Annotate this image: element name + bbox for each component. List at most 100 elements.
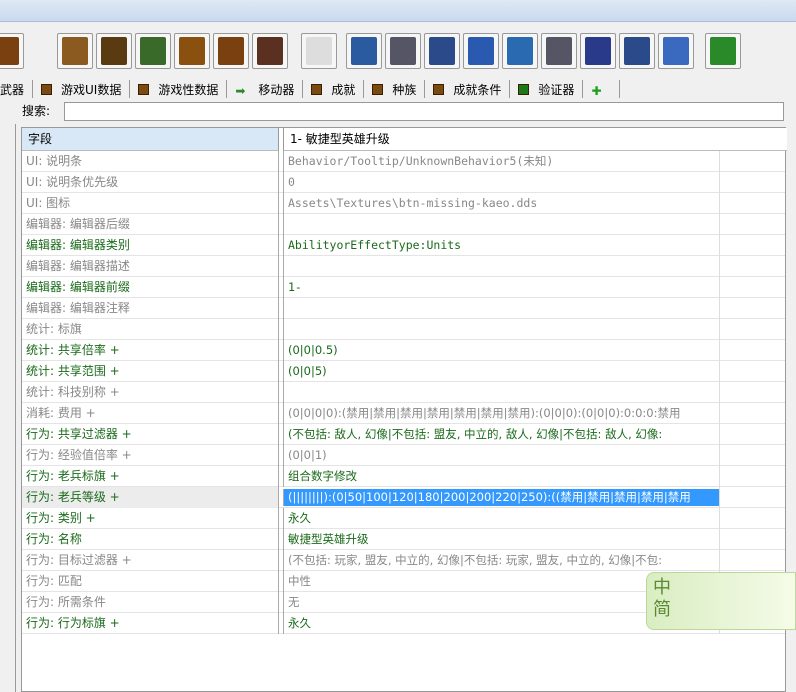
tab-6[interactable]: 成就条件 — [425, 80, 511, 98]
extra-cell — [719, 403, 785, 424]
mountain-button[interactable] — [346, 33, 382, 69]
table-row[interactable]: 行为: 目标过滤器 + (不包括: 玩家, 盟友, 中立的, 幻像|不包括: 玩家… — [22, 550, 785, 571]
film-button[interactable] — [619, 33, 655, 69]
extra-cell — [719, 529, 785, 550]
search-label: 搜索: — [22, 104, 51, 118]
table-row[interactable]: 统计: 共享倍率 + (0|0|0.5) — [22, 340, 785, 361]
table-row[interactable]: 编辑器: 编辑器注释 — [22, 298, 785, 319]
table-xml-button[interactable] — [96, 33, 132, 69]
field-value[interactable]: (不包括: 敌人, 幻像|不包括: 盟友, 中立的, 敌人, 幻像|不包括: 敌… — [283, 424, 719, 445]
table-up-button[interactable] — [174, 33, 210, 69]
field-value[interactable]: 敏捷型英雄升级 — [283, 529, 719, 550]
table-row[interactable]: 行为: 名称 敏捷型英雄升级 — [22, 529, 785, 550]
field-name: 统计: 标旗 — [22, 319, 279, 340]
title-bar — [0, 0, 796, 22]
table-row[interactable]: 统计: 共享范围 + (0|0|5) — [22, 361, 785, 382]
table-button[interactable] — [57, 33, 93, 69]
tab-5[interactable]: 种族 — [364, 80, 426, 98]
tab-7[interactable]: 验证器 — [510, 80, 584, 98]
field-value[interactable]: Assets\Textures\btn-missing-kaeo.dds — [283, 193, 719, 214]
table-row[interactable]: 行为: 类别 + 永久 — [22, 508, 785, 529]
field-value[interactable] — [283, 382, 719, 403]
field-value[interactable]: Behavior/Tooltip/UnknownBehavior5(未知) — [283, 151, 719, 172]
tab-0[interactable]: 武器 — [0, 80, 34, 98]
xml-button[interactable] — [0, 33, 24, 69]
import-button[interactable] — [502, 33, 538, 69]
field-value[interactable]: (不包括: 玩家, 盟友, 中立的, 幻像|不包括: 玩家, 盟友, 中立的, … — [283, 550, 719, 571]
extra-cell — [719, 382, 785, 403]
mountain-icon — [351, 37, 377, 65]
field-value[interactable]: 0 — [283, 172, 719, 193]
table-xml-icon — [101, 37, 127, 65]
field-value[interactable]: (||||||||):(0|50|100|120|180|200|200|220… — [283, 489, 719, 506]
field-value[interactable]: 永久 — [283, 508, 719, 529]
tab-1[interactable]: 游戏UI数据 — [33, 80, 131, 98]
field-value[interactable]: 1- — [283, 277, 719, 298]
field-value[interactable] — [283, 256, 719, 277]
gear-button[interactable] — [385, 33, 421, 69]
table-row[interactable]: 行为: 经验值倍率 + (0|0|1) — [22, 445, 785, 466]
xml-down-button[interactable] — [301, 33, 337, 69]
field-name: UI: 说明条 — [22, 151, 279, 172]
field-name: 消耗: 费用 + — [22, 403, 279, 424]
field-value[interactable]: (0|0|0|0):(禁用|禁用|禁用|禁用|禁用|禁用|禁用):(0|0|0)… — [283, 403, 719, 424]
field-name: 行为: 老兵标旗 + — [22, 466, 279, 487]
field-value[interactable] — [283, 319, 719, 340]
field-value[interactable]: AbilityorEffectType:Units — [283, 235, 719, 256]
table-row[interactable]: 行为: 老兵等级 + (||||||||):(0|50|100|120|180|2… — [22, 487, 785, 508]
table-row[interactable]: UI: 说明条 Behavior/Tooltip/UnknownBehavior5… — [22, 151, 785, 172]
extra-cell — [719, 319, 785, 340]
field-value[interactable]: (0|0|0.5) — [283, 340, 719, 361]
extra-cell — [719, 277, 785, 298]
field-value[interactable] — [283, 214, 719, 235]
table-row[interactable]: 统计: 科技别称 + — [22, 382, 785, 403]
table-row[interactable]: 编辑器: 编辑器类别 AbilityorEffectType:Units — [22, 235, 785, 256]
table-row[interactable]: 统计: 标旗 — [22, 319, 785, 340]
face-button[interactable] — [541, 33, 577, 69]
extra-cell — [719, 235, 785, 256]
import-icon — [507, 37, 533, 65]
table-row[interactable]: 编辑器: 编辑器前缀 1- — [22, 277, 785, 298]
font-button[interactable] — [463, 33, 499, 69]
table-icon — [372, 83, 384, 95]
unit-button[interactable] — [424, 33, 460, 69]
tab-label: 种族 — [392, 82, 417, 97]
list-button[interactable] — [580, 33, 616, 69]
table-row[interactable]: 行为: 老兵标旗 + 组合数字修改 — [22, 466, 785, 487]
tab-3[interactable]: ➡ 移动器 — [227, 80, 304, 98]
table-green-button[interactable] — [135, 33, 171, 69]
table-code-button[interactable] — [252, 33, 288, 69]
extra-cell — [719, 256, 785, 277]
extra-cell — [719, 508, 785, 529]
left-panel[interactable] — [0, 124, 16, 692]
field-name: UI: 图标 — [22, 193, 279, 214]
field-value[interactable]: (0|0|1) — [283, 445, 719, 466]
tab-4[interactable]: 成就 — [303, 80, 365, 98]
value-column-header[interactable]: 1- 敏捷型英雄升级 — [283, 128, 787, 151]
field-column-header[interactable]: 字段 — [22, 128, 279, 151]
xml-down-icon — [306, 37, 332, 65]
field-value[interactable]: (0|0|5) — [283, 361, 719, 382]
plus-icon: ✚ — [591, 83, 602, 98]
search-input[interactable] — [64, 102, 784, 121]
table-icon — [62, 37, 88, 65]
ime-indicator[interactable]: 中简 — [646, 572, 796, 630]
xml-icon — [0, 37, 19, 65]
field-name: 行为: 所需条件 — [22, 592, 279, 613]
table-row[interactable]: UI: 图标 Assets\Textures\btn-missing-kaeo.d… — [22, 193, 785, 214]
table-row[interactable]: 行为: 共享过滤器 + (不包括: 敌人, 幻像|不包括: 盟友, 中立的, 敌人… — [22, 424, 785, 445]
tab-8[interactable]: ✚ — [583, 80, 621, 98]
table-row[interactable]: 消耗: 费用 + (0|0|0|0):(禁用|禁用|禁用|禁用|禁用|禁用|禁用)… — [22, 403, 785, 424]
extra-cell — [719, 487, 785, 508]
field-name: 行为: 行为标旗 + — [22, 613, 279, 634]
tab-2[interactable]: 游戏性数据 — [130, 80, 228, 98]
field-value[interactable]: 组合数字修改 — [283, 466, 719, 487]
sc-button[interactable] — [705, 33, 741, 69]
field-value[interactable] — [283, 298, 719, 319]
editor-tabs: 武器 游戏UI数据 游戏性数据 ➡ 移动器 成就 种族 成就条件 验证器 ✚ — [0, 78, 621, 100]
table-row[interactable]: 编辑器: 编辑器后缀 — [22, 214, 785, 235]
table-button[interactable] — [213, 33, 249, 69]
table-row[interactable]: UI: 说明条优先级 0 — [22, 172, 785, 193]
table-row[interactable]: 编辑器: 编辑器描述 — [22, 256, 785, 277]
splash-button[interactable] — [658, 33, 694, 69]
